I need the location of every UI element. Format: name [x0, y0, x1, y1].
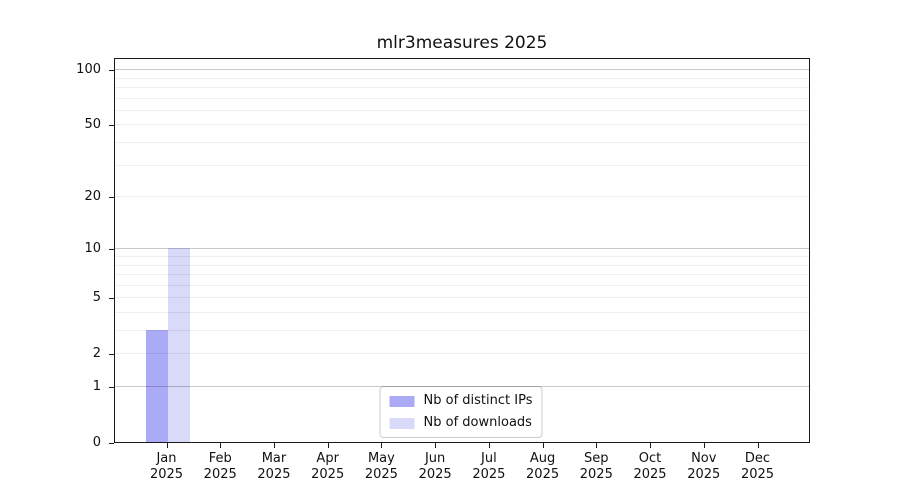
y-tick-label: 2 — [41, 346, 101, 362]
major-gridline — [115, 386, 809, 387]
x-tick-mark — [220, 443, 221, 448]
x-tick-mark — [543, 443, 544, 448]
legend: Nb of distinct IPs Nb of downloads — [380, 386, 543, 438]
minor-gridline — [115, 78, 809, 79]
y-tick-mark — [109, 443, 114, 444]
x-tick-mark — [650, 443, 651, 448]
y-tick-mark — [109, 125, 114, 126]
y-tick-mark — [109, 249, 114, 250]
legend-swatch — [390, 418, 415, 429]
legend-item: Nb of distinct IPs — [390, 393, 533, 409]
minor-gridline — [115, 274, 809, 275]
major-gridline — [115, 248, 809, 249]
bar-nb-of-downloads-jan — [168, 248, 190, 442]
plot-area — [114, 58, 810, 443]
minor-gridline — [115, 256, 809, 257]
minor-gridline — [115, 124, 809, 125]
x-tick-mark — [758, 443, 759, 448]
legend-label: Nb of distinct IPs — [424, 393, 533, 409]
minor-gridline — [115, 142, 809, 143]
x-tick-mark — [167, 443, 168, 448]
minor-gridline — [115, 98, 809, 99]
minor-gridline — [115, 330, 809, 331]
y-tick-label: 20 — [41, 189, 101, 205]
minor-gridline — [115, 285, 809, 286]
major-gridline — [115, 69, 809, 70]
minor-gridline — [115, 353, 809, 354]
x-tick-mark — [328, 443, 329, 448]
legend-item: Nb of downloads — [390, 415, 533, 431]
x-tick-year: 2025 — [718, 467, 798, 483]
y-tick-mark — [109, 197, 114, 198]
x-tick-mark — [489, 443, 490, 448]
y-tick-label: 50 — [41, 117, 101, 133]
minor-gridline — [115, 110, 809, 111]
minor-gridline — [115, 265, 809, 266]
minor-gridline — [115, 312, 809, 313]
y-tick-label: 1 — [41, 379, 101, 395]
y-tick-label: 10 — [41, 241, 101, 257]
minor-gridline — [115, 87, 809, 88]
legend-swatch — [390, 396, 415, 407]
y-tick-label: 100 — [41, 62, 101, 78]
minor-gridline — [115, 165, 809, 166]
y-tick-mark — [109, 70, 114, 71]
y-tick-label: 5 — [41, 290, 101, 306]
y-tick-mark — [109, 387, 114, 388]
minor-gridline — [115, 196, 809, 197]
y-tick-mark — [109, 354, 114, 355]
chart-title: mlr3measures 2025 — [114, 33, 810, 53]
x-tick-label-dec: Dec2025 — [718, 451, 798, 483]
legend-label: Nb of downloads — [424, 415, 532, 431]
x-tick-mark — [274, 443, 275, 448]
y-tick-mark — [109, 298, 114, 299]
x-tick-mark — [596, 443, 597, 448]
x-tick-mark — [704, 443, 705, 448]
x-tick-month: Dec — [718, 451, 798, 467]
x-tick-mark — [435, 443, 436, 448]
y-tick-label: 0 — [41, 435, 101, 451]
figure: mlr3measures 2025 Nb of distinct IPsNb o… — [0, 0, 900, 500]
minor-gridline — [115, 297, 809, 298]
x-tick-mark — [381, 443, 382, 448]
